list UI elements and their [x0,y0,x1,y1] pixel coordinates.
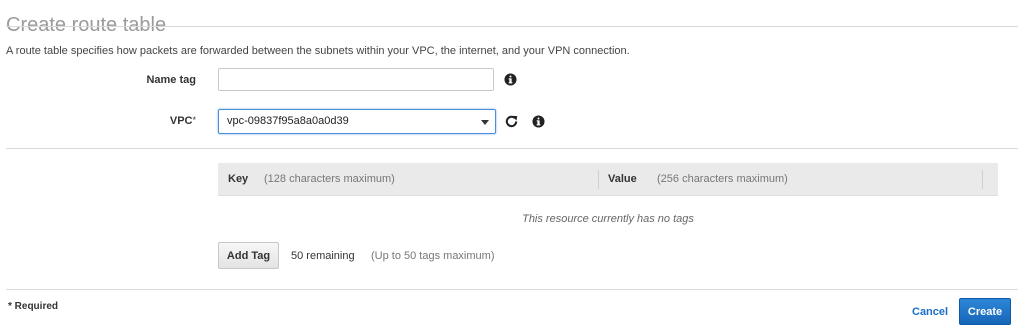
tags-remaining-count: 50 remaining [291,250,355,262]
title-divider [6,26,1018,27]
name-tag-label: Name tag [146,74,196,86]
column-divider [982,170,983,189]
name-tag-input[interactable] [218,68,494,91]
column-divider [598,170,599,189]
chevron-down-icon [481,120,489,125]
cancel-button[interactable]: Cancel [912,306,948,318]
key-column-header: Key [228,173,249,185]
value-column-hint: (256 characters maximum) [657,173,788,185]
refresh-icon[interactable] [504,114,519,129]
value-column-header: Value [608,173,637,185]
key-column-hint: (128 characters maximum) [264,173,395,185]
section-divider [6,148,1018,149]
footer-divider [6,289,1018,290]
vpc-selected-value: vpc-09837f95a8a0a0d39 [227,115,349,127]
vpc-label: VPC* [100,115,196,127]
required-marker: * [192,115,196,125]
tags-limit-hint: (Up to 50 tags maximum) [371,250,495,262]
vpc-select[interactable]: vpc-09837f95a8a0a0d39 [218,109,496,134]
required-note: * Required [8,301,59,312]
tags-table-header: Key (128 characters maximum) Value (256 … [218,163,998,196]
add-tag-button[interactable]: Add Tag [218,242,279,269]
vpc-label-text: VPC [169,115,193,127]
empty-tags-message: This resource currently has no tags [522,213,694,225]
info-icon[interactable] [504,73,517,86]
page-description: A route table specifies how packets are … [6,45,630,57]
info-icon[interactable] [532,115,545,128]
create-button[interactable]: Create [959,298,1011,325]
